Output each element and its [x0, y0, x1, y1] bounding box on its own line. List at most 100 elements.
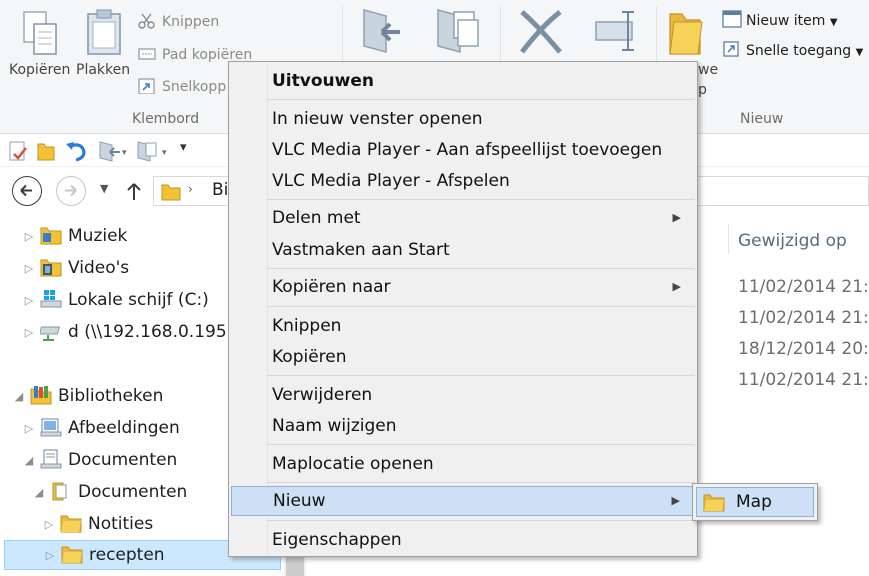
tree-item-notes[interactable]: ▷ Notities	[42, 510, 153, 538]
collapse-arrow-icon[interactable]: ◢	[12, 383, 26, 411]
paste-shortcut-label: Snelkopp	[162, 79, 227, 95]
tree-label: d (\\192.168.0.195)	[68, 322, 234, 342]
paste-shortcut-button[interactable]: Snelkopp	[138, 78, 226, 95]
menu-separator	[267, 199, 695, 200]
collapse-arrow-icon[interactable]: ◢	[22, 447, 36, 475]
tree-item-videos[interactable]: ▷ Video's	[22, 254, 129, 282]
chevron-down-icon: ▼	[855, 47, 864, 58]
new-folder-icon[interactable]	[666, 8, 706, 56]
recent-locations-icon[interactable]: ▼	[100, 182, 108, 195]
column-header-modified[interactable]: Gewijzigd op	[738, 231, 847, 251]
move-to-icon[interactable]: ▾	[98, 140, 128, 162]
forward-button[interactable]	[56, 176, 86, 206]
chevron-down-icon: ▼	[829, 17, 838, 28]
copy-button[interactable]: Kopiëren	[8, 4, 74, 90]
copy-to-icon[interactable]: ▾	[136, 140, 172, 162]
tree-label: Bibliotheken	[58, 386, 164, 406]
menu-item-vlc-play[interactable]: VLC Media Player - Afspelen	[231, 166, 695, 196]
modified-date-cell: 18/12/2014 20:3	[738, 339, 869, 359]
move-to-icon[interactable]	[356, 6, 406, 56]
easy-access-button[interactable]: Snelle toegang ▼	[722, 40, 863, 59]
menu-item-expand[interactable]: Uitvouwen	[231, 66, 695, 96]
menu-item-pin-to-start[interactable]: Vastmaken aan Start	[231, 235, 695, 265]
customize-toolbar-icon[interactable]: ▾	[180, 140, 187, 155]
drive-icon	[40, 290, 62, 308]
submenu-item-folder[interactable]: Map	[696, 487, 814, 517]
expand-arrow-icon[interactable]: ▷	[22, 223, 36, 251]
tree-label: recepten	[89, 545, 165, 565]
tree-item-music[interactable]: ▷ Muziek	[22, 222, 128, 251]
menu-item-copy[interactable]: Kopiëren	[231, 342, 695, 372]
svg-text:▾: ▾	[162, 148, 167, 158]
menu-item-open-location[interactable]: Maplocatie openen	[231, 449, 695, 479]
menu-item-rename[interactable]: Naam wijzigen	[231, 411, 695, 441]
expand-arrow-icon[interactable]: ▷	[22, 319, 36, 347]
shortcut-icon	[138, 78, 155, 94]
expand-arrow-icon[interactable]: ▷	[22, 287, 36, 315]
submenu-item-label: Map	[736, 492, 772, 512]
folder-icon	[703, 494, 725, 512]
tree-item-documents-folder[interactable]: ◢ Documenten	[32, 478, 188, 507]
cut-button[interactable]: Knippen	[138, 13, 219, 30]
tree-item-pictures[interactable]: ▷ Afbeeldingen	[22, 414, 180, 442]
menu-item-new[interactable]: Nieuw ▶	[231, 486, 695, 516]
back-button[interactable]	[12, 176, 42, 206]
copy-label: Kopiëren	[9, 62, 71, 78]
tree-label: Documenten	[78, 482, 188, 502]
breadcrumb-separator-icon: ›	[188, 182, 193, 196]
tree-item-documents-library[interactable]: ◢ Documenten	[22, 446, 177, 474]
expand-arrow-icon[interactable]: ▷	[43, 542, 57, 570]
properties-icon[interactable]	[8, 140, 28, 162]
tree-item-local-disk[interactable]: ▷ Lokale schijf (C:)	[22, 286, 209, 314]
clipboard-group-label: Klembord	[132, 111, 200, 127]
delete-icon[interactable]	[516, 8, 566, 54]
menu-separator	[267, 482, 695, 483]
copy-path-icon	[138, 48, 156, 60]
menu-item-share-with[interactable]: Delen met ▶	[231, 203, 695, 233]
submenu-arrow-icon: ▶	[672, 280, 681, 293]
easy-access-icon	[723, 41, 739, 57]
paste-button[interactable]: Plakken	[76, 4, 132, 90]
menu-item-label: Kopiëren naar	[272, 277, 391, 297]
tree-label: Muziek	[68, 226, 128, 246]
expand-arrow-icon[interactable]: ▷	[22, 415, 36, 443]
library-icon	[30, 386, 52, 405]
modified-date-cell: 11/02/2014 21:4	[738, 308, 869, 328]
expand-arrow-icon[interactable]: ▷	[22, 255, 36, 283]
easy-access-label: Snelle toegang	[746, 43, 852, 59]
column-divider[interactable]	[728, 224, 729, 254]
cut-label: Knippen	[162, 14, 220, 30]
tree-item-network-drive[interactable]: ▷ d (\\192.168.0.195)	[22, 318, 234, 347]
tree-item-libraries[interactable]: ◢ Bibliotheken	[12, 382, 163, 410]
folder-icon[interactable]	[36, 140, 56, 162]
copy-to-icon[interactable]	[432, 6, 482, 56]
expand-arrow-icon[interactable]: ▷	[42, 511, 56, 539]
undo-icon[interactable]	[64, 140, 88, 162]
video-folder-icon	[40, 259, 62, 277]
menu-item-properties[interactable]: Eigenschappen	[231, 525, 695, 555]
rename-icon[interactable]	[594, 10, 644, 54]
menu-separator	[267, 268, 695, 269]
up-arrow-icon[interactable]	[124, 180, 144, 202]
tree-label: Video's	[68, 258, 130, 278]
menu-separator	[267, 99, 695, 100]
submenu-arrow-icon: ▶	[672, 211, 681, 224]
menu-item-delete[interactable]: Verwijderen	[231, 380, 695, 410]
new-item-label: Nieuw item	[746, 13, 826, 29]
clipboard-icon	[87, 9, 121, 55]
menu-separator	[267, 444, 695, 445]
menu-item-copy-to[interactable]: Kopiëren naar ▶	[231, 272, 695, 302]
new-item-button[interactable]: Nieuw item ▼	[722, 10, 838, 29]
forward-arrow-icon	[65, 184, 77, 197]
new-submenu: Map	[692, 483, 818, 521]
copy-icon	[23, 11, 57, 55]
menu-item-vlc-add-playlist[interactable]: VLC Media Player - Aan afspeellijst toev…	[231, 135, 695, 165]
menu-item-open-new-window[interactable]: In nieuw venster openen	[231, 104, 695, 134]
documents-library-icon	[40, 449, 62, 469]
context-menu: Uitvouwen In nieuw venster openen VLC Me…	[228, 61, 698, 557]
folder-icon	[61, 546, 83, 564]
documents-folder-icon	[52, 482, 67, 501]
collapse-arrow-icon[interactable]: ◢	[32, 479, 46, 507]
tree-label: Notities	[88, 514, 154, 534]
menu-item-cut[interactable]: Knippen	[231, 311, 695, 341]
